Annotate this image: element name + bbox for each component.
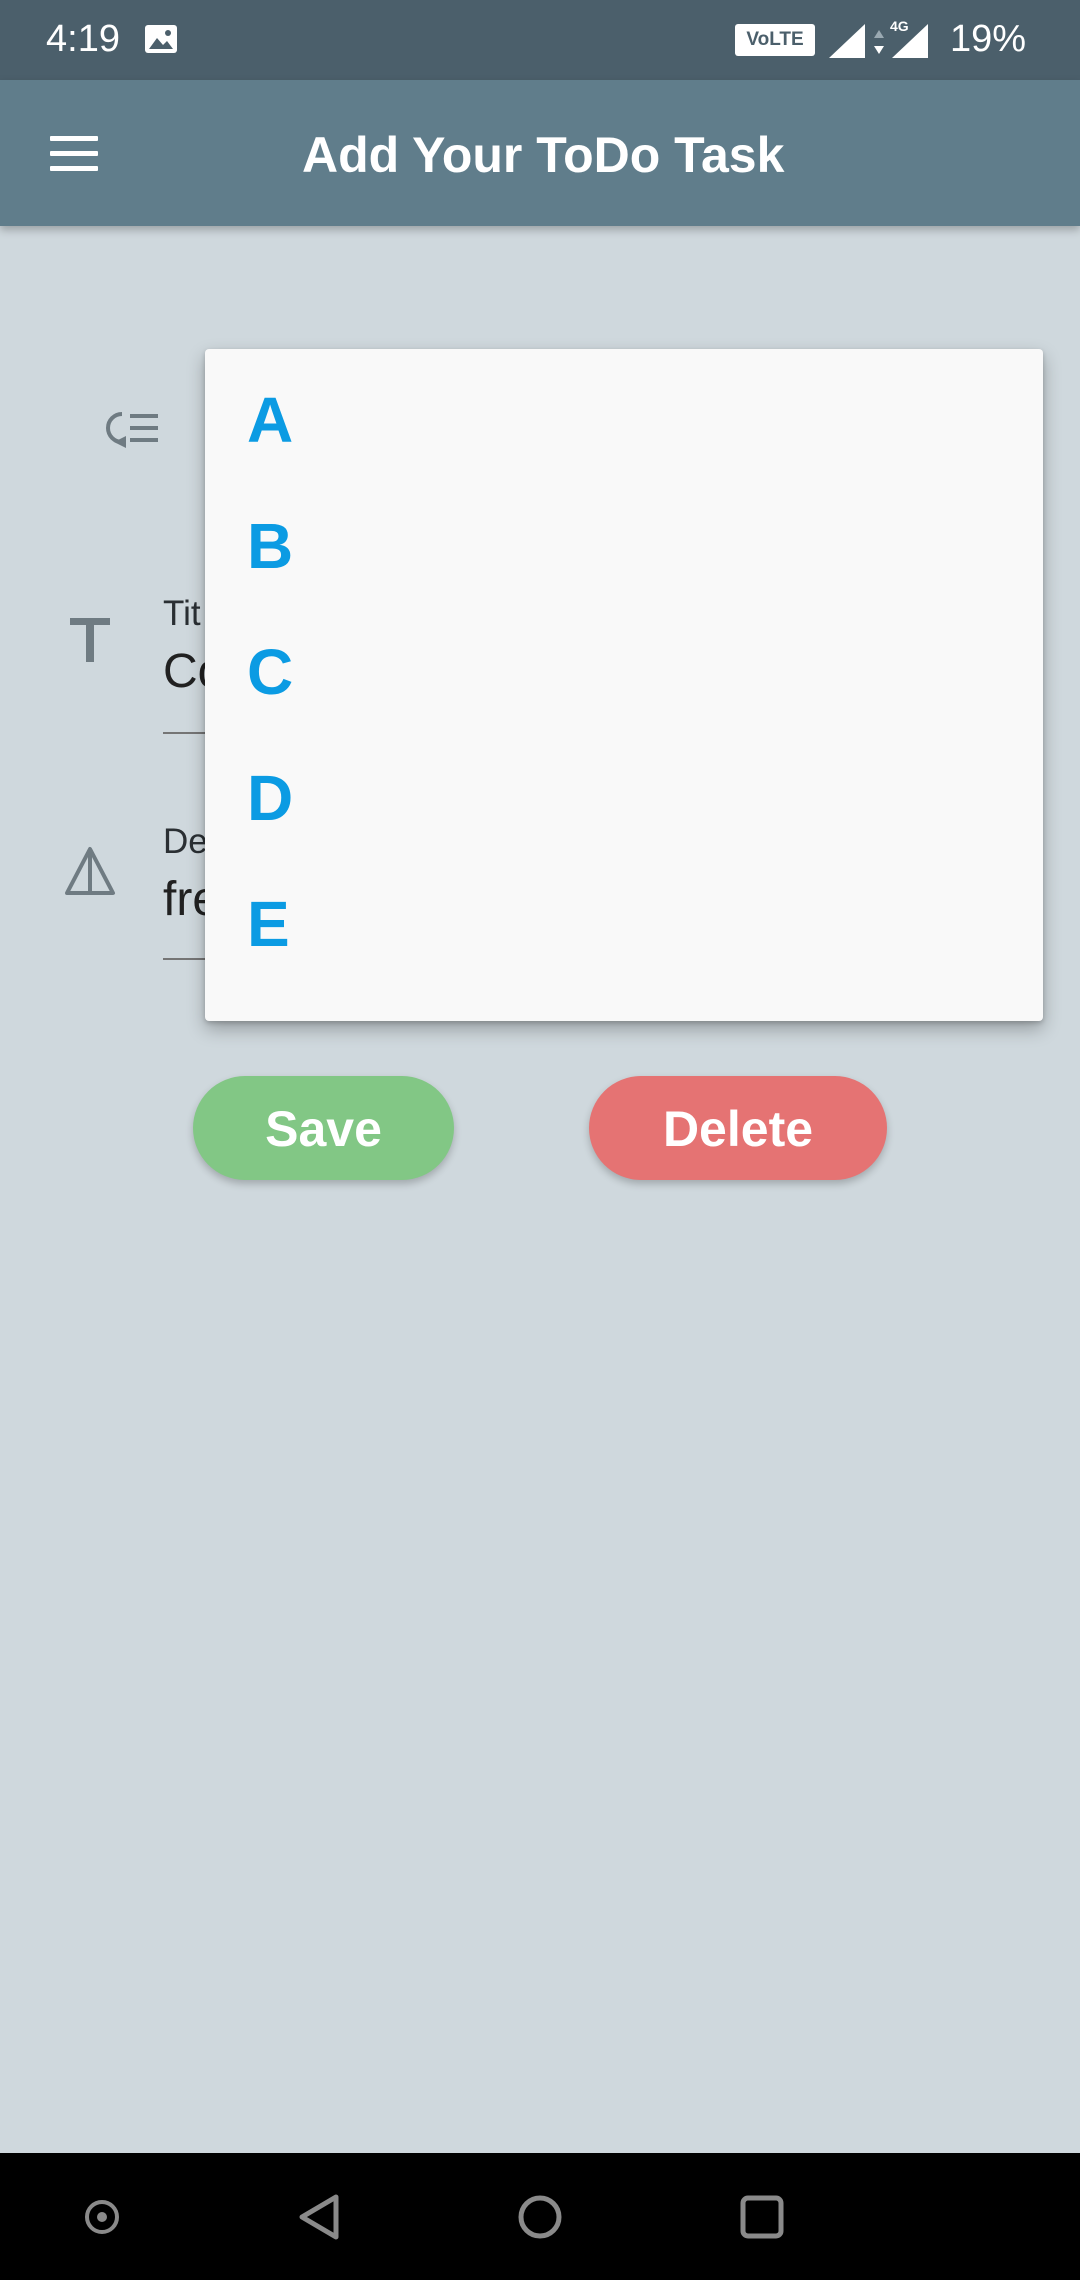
home-icon[interactable] (508, 2185, 572, 2249)
status-bar: 4:19 VoLTE 4G 19% (0, 0, 1080, 80)
priority-dropdown-menu: A B C D E (205, 349, 1043, 1021)
battery-percent: 19% (950, 18, 1027, 60)
image-icon (145, 25, 177, 53)
system-navigation-bar (0, 2153, 1080, 2280)
dropdown-option-label: A (247, 384, 294, 456)
menu-icon[interactable] (50, 136, 98, 172)
dropdown-option-label: C (247, 636, 294, 708)
description-icon (65, 847, 115, 895)
dropdown-option-a[interactable]: A (205, 357, 1043, 483)
app-bar: Add Your ToDo Task (0, 80, 1080, 226)
status-time: 4:19 (46, 18, 120, 60)
dropdown-option-c[interactable]: C (205, 609, 1043, 735)
recents-icon[interactable] (730, 2185, 794, 2249)
description-field-label: De (163, 822, 208, 861)
title-field-label: Tit (163, 594, 201, 633)
back-icon[interactable] (288, 2185, 352, 2249)
signal-4g-icon (892, 24, 928, 58)
priority-icon (106, 412, 158, 448)
dropdown-option-label: D (247, 762, 294, 834)
save-button[interactable]: Save (193, 1076, 454, 1180)
dropdown-option-b[interactable]: B (205, 483, 1043, 609)
dropdown-option-label: E (247, 888, 290, 960)
delete-button[interactable]: Delete (589, 1076, 887, 1180)
dropdown-option-d[interactable]: D (205, 735, 1043, 861)
dropdown-option-label: B (247, 510, 294, 582)
dropdown-option-e[interactable]: E (205, 861, 1043, 987)
text-title-icon (70, 618, 110, 662)
page-title: Add Your ToDo Task (302, 127, 785, 183)
signal-icon (829, 24, 865, 58)
overview-dot-icon[interactable] (70, 2185, 134, 2249)
data-arrows-icon (874, 30, 884, 54)
volte-badge: VoLTE (735, 24, 815, 56)
